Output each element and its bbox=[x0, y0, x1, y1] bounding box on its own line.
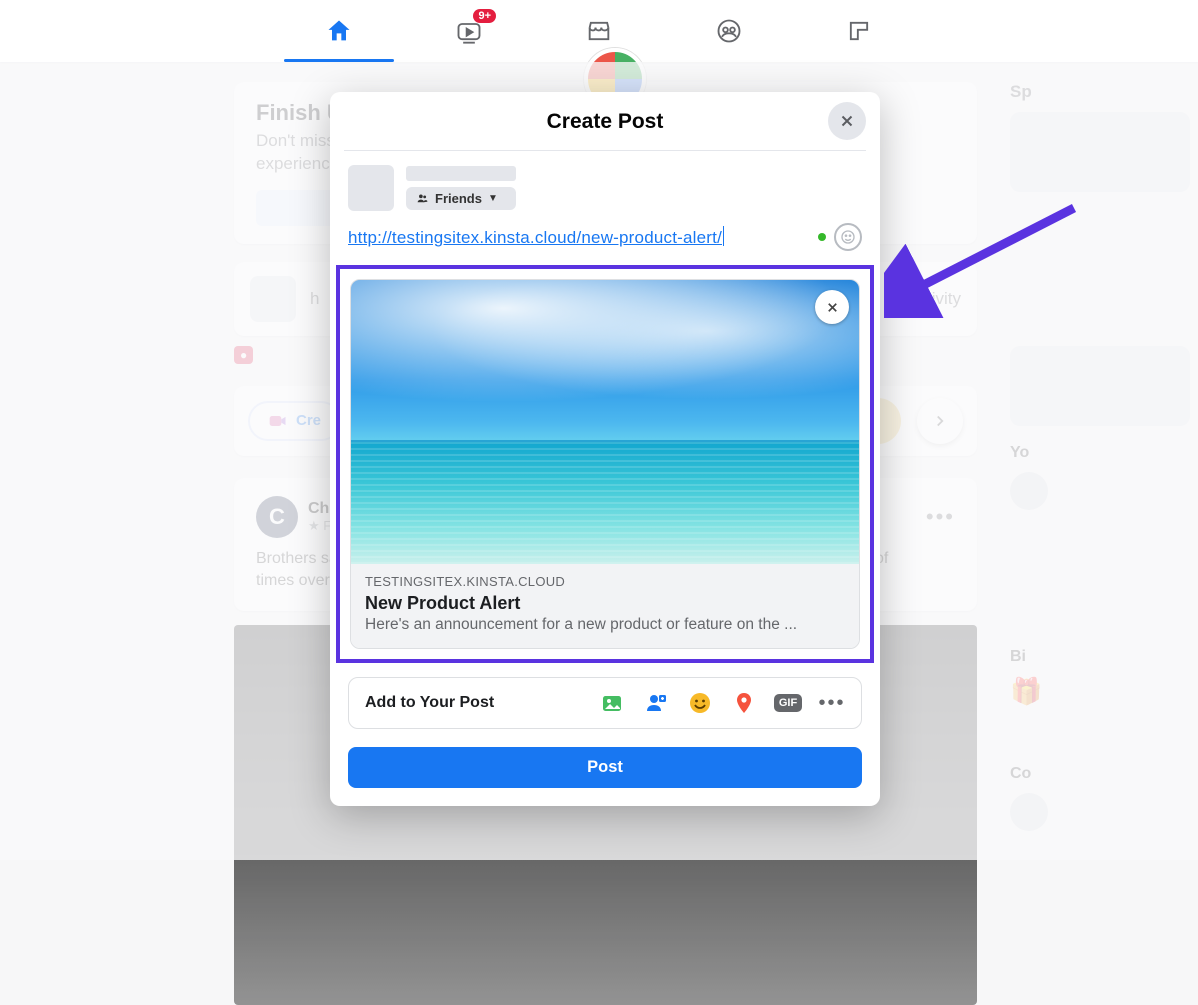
gaming-icon bbox=[845, 17, 873, 45]
feeling-icon bbox=[688, 691, 712, 715]
link-preview-description: Here's an announcement for a new product… bbox=[365, 616, 845, 634]
composer-user-row: Friends ▼ bbox=[330, 151, 880, 217]
location-pin-icon bbox=[732, 691, 756, 715]
marketplace-icon bbox=[585, 17, 613, 45]
composer-url-text: http://testingsitex.kinsta.cloud/new-pro… bbox=[348, 226, 810, 248]
modal-title: Create Post bbox=[344, 110, 866, 134]
link-preview-image bbox=[351, 280, 859, 564]
link-preview-title: New Product Alert bbox=[365, 593, 845, 614]
photo-icon bbox=[600, 691, 624, 715]
gif-button[interactable]: GIF bbox=[775, 690, 801, 716]
feeling-activity-button[interactable] bbox=[687, 690, 713, 716]
gif-icon: GIF bbox=[774, 694, 802, 712]
tag-people-button[interactable] bbox=[643, 690, 669, 716]
tab-watch[interactable]: 9+ bbox=[404, 0, 534, 62]
tag-person-icon bbox=[644, 691, 668, 715]
audience-selector[interactable]: Friends ▼ bbox=[406, 187, 516, 210]
tab-gaming[interactable] bbox=[794, 0, 924, 62]
add-photo-button[interactable] bbox=[599, 690, 625, 716]
composer-user-name bbox=[406, 166, 516, 181]
status-indicator bbox=[818, 233, 826, 241]
tab-groups[interactable] bbox=[664, 0, 794, 62]
composer-text-area[interactable]: http://testingsitex.kinsta.cloud/new-pro… bbox=[330, 217, 880, 255]
smile-icon bbox=[840, 229, 856, 245]
add-to-post-row: Add to Your Post GIF ••• bbox=[348, 677, 862, 729]
modal-close-button[interactable] bbox=[828, 102, 866, 140]
post-submit-label: Post bbox=[587, 758, 623, 776]
audience-label: Friends bbox=[435, 191, 482, 206]
emoji-picker-button[interactable] bbox=[834, 223, 862, 251]
groups-icon bbox=[715, 17, 743, 45]
caret-down-icon: ▼ bbox=[488, 193, 498, 204]
link-preview-highlight-box: TESTINGSITEX.KINSTA.CLOUD New Product Al… bbox=[336, 265, 874, 663]
composer-user-avatar bbox=[348, 165, 394, 211]
link-preview-domain: TESTINGSITEX.KINSTA.CLOUD bbox=[365, 574, 845, 589]
post-submit-button[interactable]: Post bbox=[348, 747, 862, 788]
close-icon bbox=[825, 300, 840, 315]
home-icon bbox=[325, 17, 353, 45]
friends-icon bbox=[416, 192, 429, 205]
close-icon bbox=[838, 112, 856, 130]
more-options-button[interactable]: ••• bbox=[819, 690, 845, 716]
link-preview-card[interactable]: TESTINGSITEX.KINSTA.CLOUD New Product Al… bbox=[350, 279, 860, 649]
tab-home[interactable] bbox=[274, 0, 404, 62]
check-in-button[interactable] bbox=[731, 690, 757, 716]
create-post-modal: Create Post Friends ▼ http://testingsite… bbox=[330, 92, 880, 806]
remove-preview-button[interactable] bbox=[815, 290, 849, 324]
watch-badge: 9+ bbox=[473, 9, 496, 23]
add-to-post-label: Add to Your Post bbox=[365, 694, 494, 712]
